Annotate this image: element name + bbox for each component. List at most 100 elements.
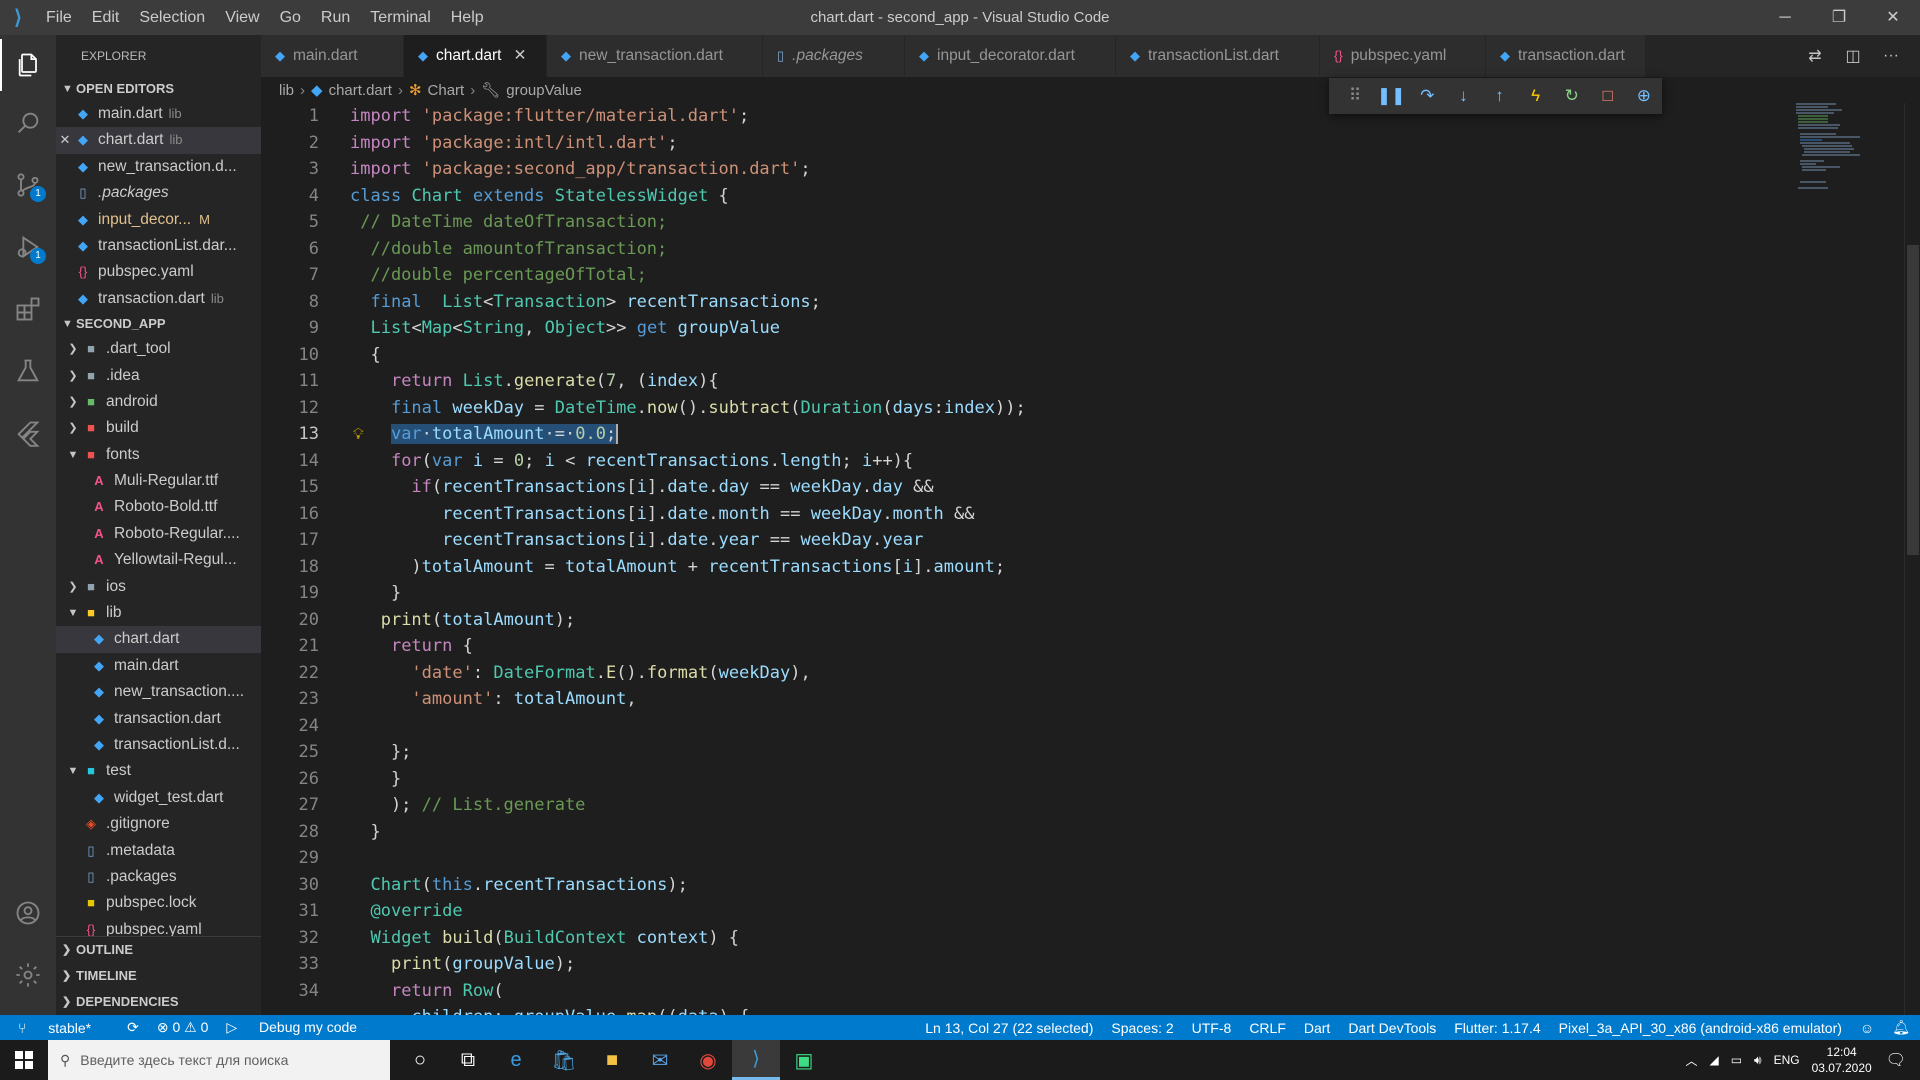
tree-file[interactable]: ■ pubspec.lock: [56, 890, 261, 916]
menu-run[interactable]: Run: [311, 0, 360, 35]
flask-icon[interactable]: [0, 345, 56, 397]
menu-help[interactable]: Help: [441, 0, 494, 35]
pause-icon[interactable]: ❚❚: [1373, 86, 1409, 106]
taskbar-clock[interactable]: 12:04 03.07.2020: [1812, 1044, 1872, 1076]
flutter-version-status[interactable]: Flutter: 1.17.4: [1454, 1020, 1540, 1036]
close-icon[interactable]: ✕: [56, 127, 74, 153]
mail-icon[interactable]: ✉: [636, 1040, 684, 1080]
tree-file[interactable]: ▯ .metadata: [56, 838, 261, 864]
encoding-status[interactable]: UTF-8: [1192, 1020, 1232, 1036]
tree-folder[interactable]: ▼ ■ fonts: [56, 442, 261, 468]
notifications-bell-icon[interactable]: 🔔︎: [1892, 1019, 1910, 1036]
tree-file[interactable]: A Roboto-Bold.ttf: [56, 494, 261, 520]
sync-icon[interactable]: ⟳: [127, 1019, 139, 1036]
search-icon[interactable]: [0, 97, 56, 149]
more-actions-icon[interactable]: ···: [1872, 47, 1910, 65]
volume-icon[interactable]: 🔊︎: [1754, 1053, 1762, 1068]
step-over-icon[interactable]: ↷: [1409, 86, 1445, 106]
open-editor-item[interactable]: ◆ transactionList.dar...: [56, 233, 261, 259]
menu-edit[interactable]: Edit: [82, 0, 130, 35]
store-icon[interactable]: 🛍︎: [540, 1040, 588, 1080]
drag-grip-icon[interactable]: ⠿: [1337, 86, 1373, 106]
open-editor-item[interactable]: ◆ transaction.dart lib: [56, 286, 261, 312]
tree-folder[interactable]: ❯ ■ .idea: [56, 363, 261, 389]
tab-transaction-dart[interactable]: ◆ transaction.dart: [1486, 35, 1646, 77]
tree-file[interactable]: ◆ transaction.dart: [56, 706, 261, 732]
dart-devtools-status[interactable]: Dart DevTools: [1348, 1020, 1436, 1036]
tree-file[interactable]: A Muli-Regular.ttf: [56, 468, 261, 494]
tree-folder[interactable]: ▼ ■ test: [56, 758, 261, 784]
task-view-icon[interactable]: ⧉: [444, 1040, 492, 1080]
notification-center-icon[interactable]: 🗨︎: [1886, 1050, 1906, 1070]
open-editors-header[interactable]: ▼ OPEN EDITORS: [56, 77, 261, 101]
debug-status[interactable]: ▷ Debug my code: [226, 1019, 375, 1036]
restart-icon[interactable]: ↻: [1554, 86, 1590, 106]
language-mode[interactable]: Dart: [1304, 1020, 1330, 1036]
android-emulator-icon[interactable]: ▣: [780, 1040, 828, 1080]
tree-folder[interactable]: ❯ ■ android: [56, 389, 261, 415]
tree-file[interactable]: ◆ main.dart: [56, 653, 261, 679]
minimap[interactable]: [1790, 103, 1890, 193]
breadcrumb-file[interactable]: chart.dart: [329, 82, 392, 99]
dependencies-header[interactable]: ❯ DEPENDENCIES: [56, 989, 261, 1015]
open-editor-item[interactable]: ◆ main.dart lib: [56, 101, 261, 127]
gear-icon[interactable]: [0, 949, 56, 1001]
file-explorer-icon[interactable]: ■: [588, 1040, 636, 1080]
tree-folder[interactable]: ❯ ■ build: [56, 415, 261, 441]
tree-file[interactable]: ◆ widget_test.dart: [56, 785, 261, 811]
tree-file[interactable]: ◆ new_transaction....: [56, 679, 261, 705]
compare-icon[interactable]: ⇄: [1796, 46, 1834, 66]
close-window-icon[interactable]: ✕: [1866, 0, 1920, 35]
outline-header[interactable]: ❯ OUTLINE: [56, 937, 261, 963]
network-icon[interactable]: ◢: [1709, 1053, 1718, 1067]
problems-status[interactable]: ⊗ 0 ⚠ 0: [157, 1019, 209, 1036]
tab-packages[interactable]: ▯ .packages: [763, 35, 905, 77]
step-into-icon[interactable]: ↓: [1445, 86, 1481, 106]
menu-view[interactable]: View: [215, 0, 269, 35]
breadcrumb-member[interactable]: groupValue: [506, 82, 582, 99]
tab-pubspec[interactable]: {} pubspec.yaml: [1320, 35, 1486, 77]
run-debug-icon[interactable]: 1: [0, 221, 56, 273]
tree-folder[interactable]: ❯ ■ .dart_tool: [56, 336, 261, 362]
battery-icon[interactable]: ▭: [1731, 1053, 1742, 1067]
extensions-icon[interactable]: [0, 283, 56, 335]
breadcrumb-folder[interactable]: lib: [279, 82, 294, 99]
indentation-status[interactable]: Spaces: 2: [1111, 1020, 1173, 1036]
eol-status[interactable]: CRLF: [1249, 1020, 1286, 1036]
split-editor-icon[interactable]: ◫: [1834, 46, 1872, 66]
hot-reload-icon[interactable]: ϟ: [1518, 86, 1554, 106]
tab-input-decorator[interactable]: ◆ input_decorator.dart: [905, 35, 1116, 77]
devtools-icon[interactable]: ⊕: [1626, 86, 1662, 106]
cursor-position[interactable]: Ln 13, Col 27 (22 selected): [925, 1020, 1093, 1036]
input-language[interactable]: ENG: [1774, 1053, 1800, 1067]
menu-selection[interactable]: Selection: [129, 0, 215, 35]
tree-file[interactable]: ◈ .gitignore: [56, 811, 261, 837]
tab-transaction-list[interactable]: ◆ transactionList.dart: [1116, 35, 1320, 77]
project-header[interactable]: ▼ SECOND_APP: [56, 312, 261, 336]
tab-chart-dart[interactable]: ◆ chart.dart ✕: [404, 35, 547, 77]
account-icon[interactable]: [0, 887, 56, 939]
cortana-icon[interactable]: ○: [396, 1040, 444, 1080]
tree-folder[interactable]: ❯ ■ ios: [56, 574, 261, 600]
chrome-icon[interactable]: ◉: [684, 1040, 732, 1080]
minimize-icon[interactable]: ─: [1758, 0, 1812, 35]
device-status[interactable]: Pixel_3a_API_30_x86 (android-x86 emulato…: [1559, 1020, 1842, 1036]
menu-terminal[interactable]: Terminal: [360, 0, 440, 35]
scrollbar-thumb[interactable]: [1907, 245, 1919, 555]
step-out-icon[interactable]: ↑: [1481, 86, 1517, 106]
open-editor-item[interactable]: ▯ .packages: [56, 180, 261, 206]
edge-browser-icon[interactable]: e: [492, 1040, 540, 1080]
breadcrumb-class[interactable]: Chart: [428, 82, 465, 99]
flutter-icon[interactable]: [0, 407, 56, 459]
taskbar-search-box[interactable]: ⚲ Введите здесь текст для поиска: [48, 1040, 390, 1080]
restore-icon[interactable]: ❐: [1812, 0, 1866, 35]
timeline-header[interactable]: ❯ TIMELINE: [56, 963, 261, 989]
branch-status[interactable]: ⑂ stable*: [18, 1020, 109, 1036]
tree-folder[interactable]: ▼ ■ lib: [56, 600, 261, 626]
vscode-taskbar-icon[interactable]: ⟩: [732, 1040, 780, 1080]
close-icon[interactable]: ✕: [513, 35, 526, 77]
tree-file[interactable]: ◆ transactionList.d...: [56, 732, 261, 758]
tree-file[interactable]: ▯ .packages: [56, 864, 261, 890]
tree-file[interactable]: A Roboto-Regular....: [56, 521, 261, 547]
tab-main-dart[interactable]: ◆ main.dart: [261, 35, 404, 77]
